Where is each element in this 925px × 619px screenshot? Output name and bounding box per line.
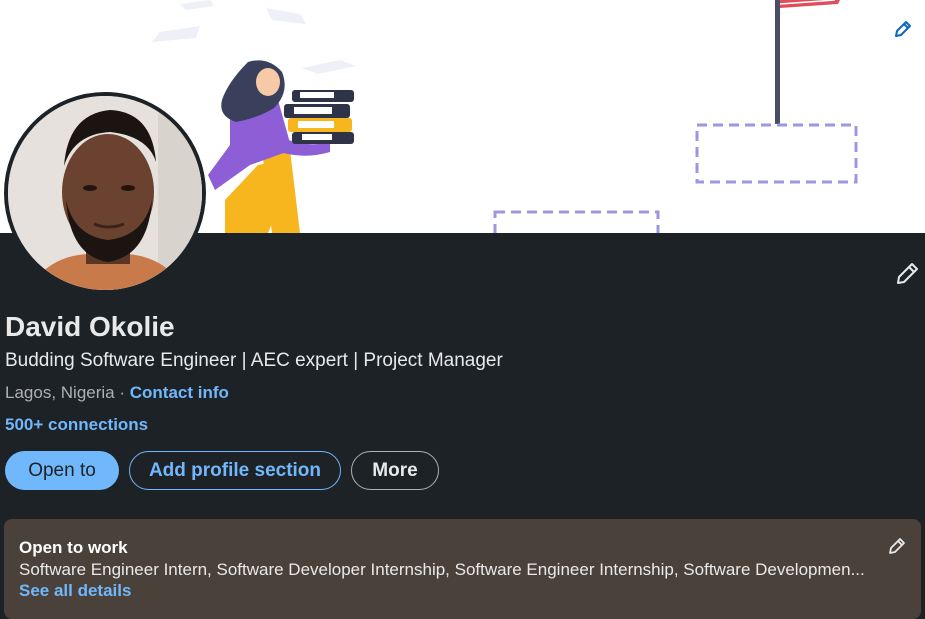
profile-photo[interactable] [4, 92, 206, 294]
pencil-icon [897, 263, 918, 284]
open-to-work-card: Open to work Software Engineer Intern, S… [4, 519, 921, 619]
contact-info-link[interactable]: Contact info [130, 383, 229, 402]
pencil-icon [895, 21, 911, 37]
add-profile-section-button[interactable]: Add profile section [129, 451, 341, 490]
open-to-button[interactable]: Open to [5, 451, 119, 490]
pencil-icon [889, 538, 905, 554]
profile-name: David Okolie [5, 311, 175, 342]
open-to-work-title: Open to work [19, 538, 128, 557]
connections-line: 500+ connections [5, 414, 148, 436]
edit-open-to-work-button[interactable] [885, 534, 909, 558]
location-line: Lagos, Nigeria · Contact info [5, 382, 229, 404]
edit-banner-button[interactable] [893, 19, 921, 47]
more-button[interactable]: More [351, 451, 439, 490]
separator-dot: · [119, 383, 126, 402]
open-to-work-roles: Software Engineer Intern, Software Devel… [19, 560, 865, 579]
avatar-image [8, 96, 202, 290]
see-all-details-link[interactable]: See all details [19, 581, 131, 601]
connections-link[interactable]: 500+ connections [5, 415, 148, 434]
profile-headline: Budding Software Engineer | AEC expert |… [5, 350, 503, 371]
location-text: Lagos, Nigeria [5, 383, 115, 402]
edit-intro-button[interactable] [891, 258, 923, 290]
